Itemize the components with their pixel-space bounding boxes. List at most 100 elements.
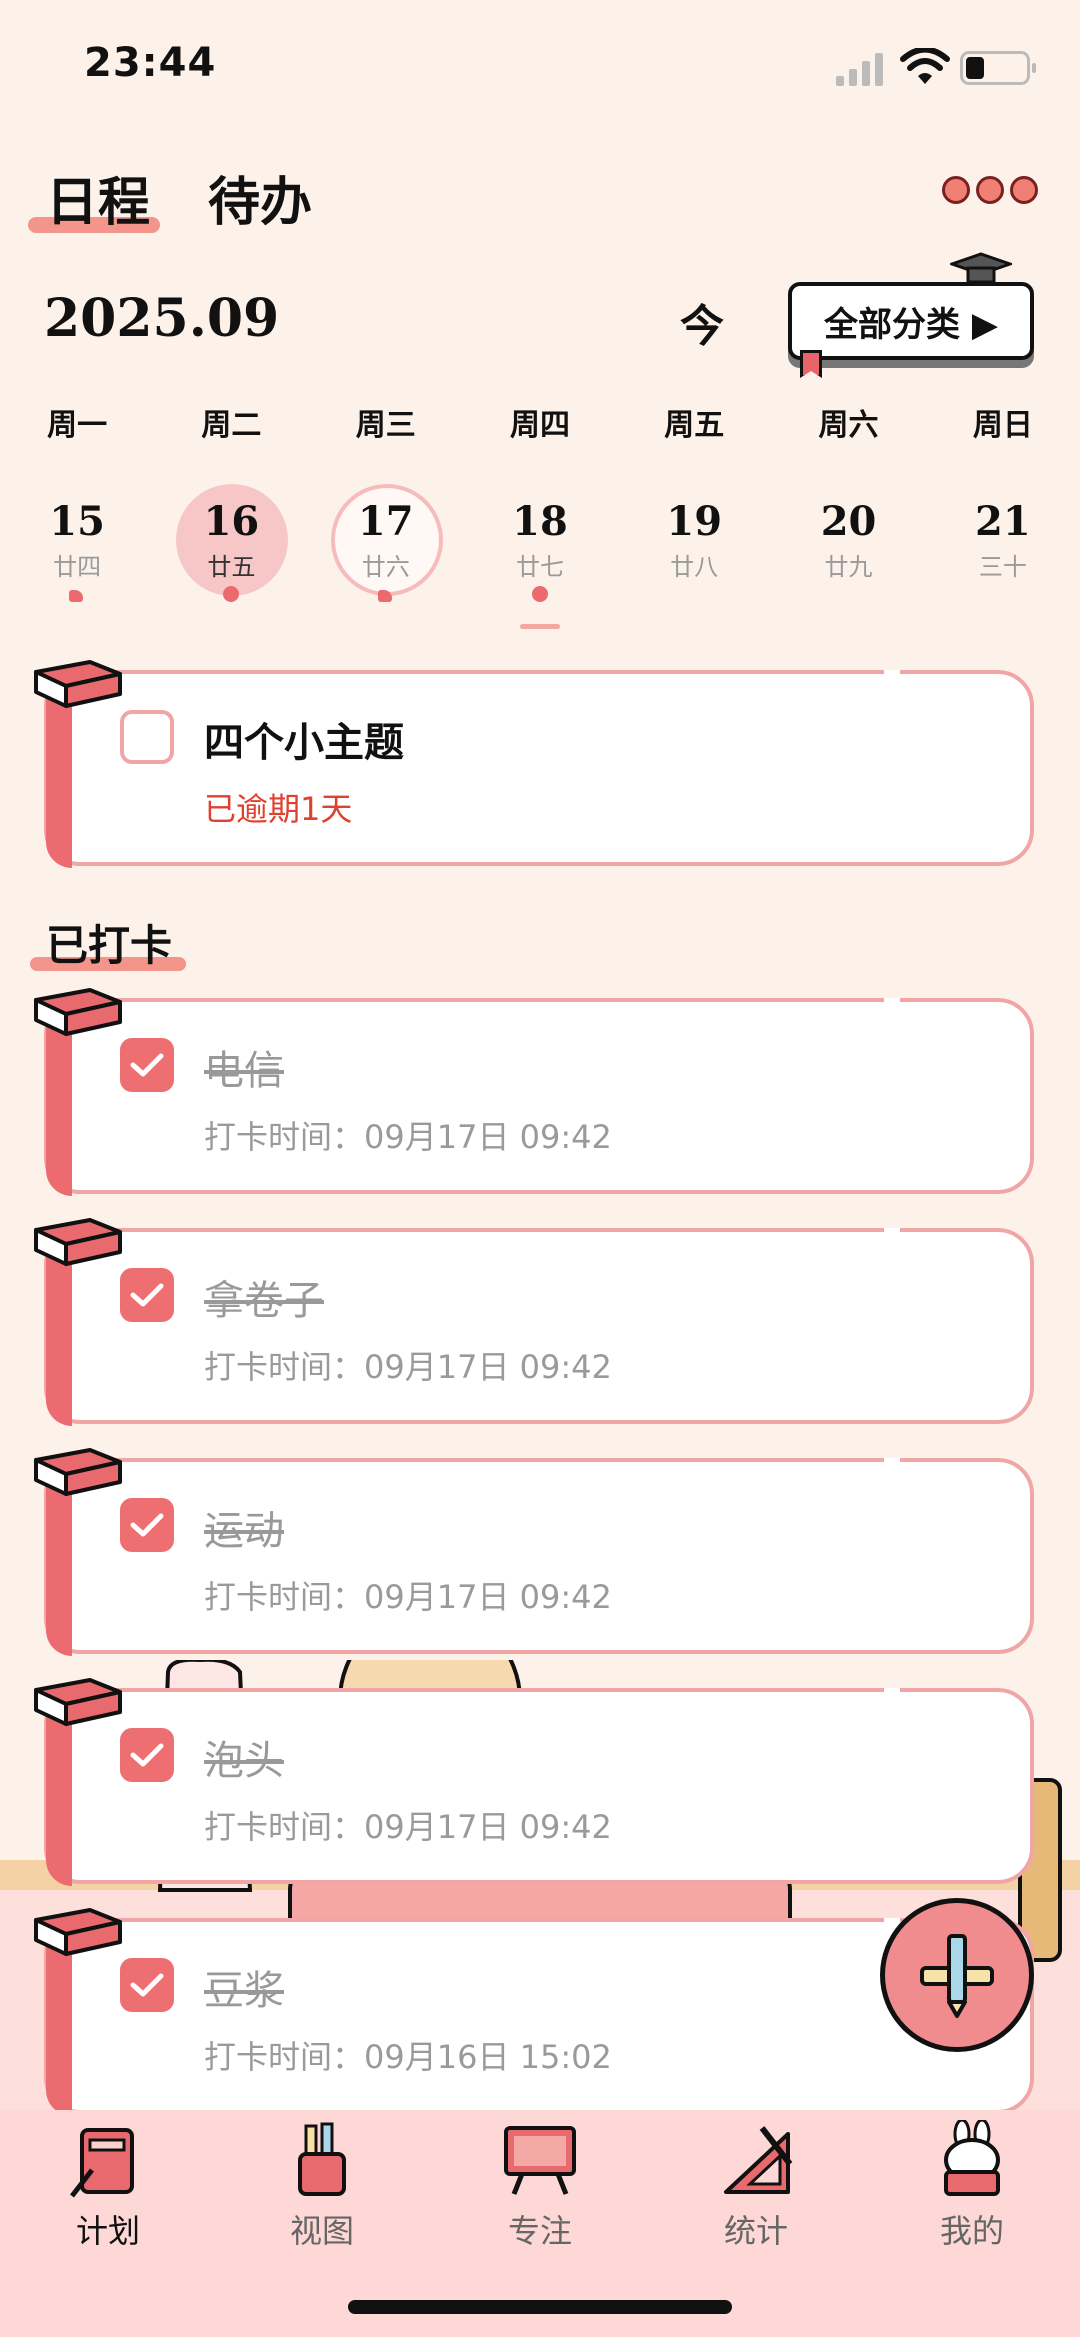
check-icon bbox=[130, 1053, 164, 1077]
task-checkbox[interactable] bbox=[120, 710, 174, 764]
day-number: 16 bbox=[203, 498, 260, 545]
book-icon bbox=[34, 1678, 122, 1726]
day-cell[interactable]: 19 廿八 bbox=[617, 484, 771, 604]
lunar-date: 廿五 bbox=[207, 553, 256, 581]
blackboard-icon bbox=[504, 2126, 576, 2195]
tab-todo[interactable]: 待办 bbox=[208, 160, 312, 235]
book-icon bbox=[34, 660, 122, 708]
add-task-button[interactable] bbox=[880, 1898, 1034, 2052]
checkin-time: 打卡时间：09月17日 09:42 bbox=[204, 1808, 612, 1846]
today-button[interactable]: 今 bbox=[680, 290, 724, 354]
lunar-date: 廿六 bbox=[361, 553, 410, 581]
checked-task-card[interactable]: 拿卷子 打卡时间：09月17日 09:42 bbox=[34, 1218, 1034, 1426]
bunny-icon bbox=[944, 2120, 1000, 2196]
lunar-date: 三十 bbox=[978, 553, 1027, 581]
book-icon bbox=[34, 1448, 122, 1496]
day-cell-selected[interactable]: 16 廿五 bbox=[154, 484, 308, 604]
weekday-label: 周二 bbox=[201, 408, 262, 443]
nav-item-mine[interactable]: 我的 bbox=[902, 2110, 1042, 2252]
nav-label: 计划 bbox=[75, 2212, 140, 2250]
weekday-header: 周一 周二 周三 周四 周五 周六 周日 bbox=[0, 400, 1080, 444]
current-month[interactable]: 2025.09 bbox=[44, 288, 279, 349]
check-icon bbox=[130, 1283, 164, 1307]
weekday-label: 周六 bbox=[818, 408, 879, 443]
day-number: 15 bbox=[49, 498, 105, 545]
day-cell[interactable]: 20 廿九 bbox=[771, 484, 925, 604]
checkin-time: 打卡时间：09月16日 15:02 bbox=[204, 2038, 612, 2076]
lunar-date: 廿八 bbox=[670, 553, 719, 581]
task-title: 电信 bbox=[204, 1048, 284, 1094]
check-icon bbox=[130, 1513, 164, 1537]
week-days: 15 廿四 16 廿五 17 廿六 18 廿七 19 廿八 20 廿九 21 三… bbox=[0, 484, 1080, 604]
checked-task-card[interactable]: 电信 打卡时间：09月17日 09:42 bbox=[34, 988, 1034, 1196]
book-icon bbox=[34, 1908, 122, 1956]
day-number: 19 bbox=[666, 498, 723, 545]
checkin-time: 打卡时间：09月17日 09:42 bbox=[204, 1578, 612, 1616]
battery-icon bbox=[960, 51, 1036, 85]
book-icon bbox=[34, 988, 122, 1036]
nav-label: 统计 bbox=[723, 2212, 788, 2250]
task-checkbox-checked[interactable] bbox=[120, 1038, 174, 1092]
event-dot bbox=[531, 586, 548, 602]
lunar-date: 廿九 bbox=[824, 553, 873, 581]
task-checkbox-checked[interactable] bbox=[120, 1498, 174, 1552]
weekday-label: 周五 bbox=[664, 408, 725, 443]
day-cell[interactable]: 18 廿七 bbox=[463, 484, 617, 604]
nav-item-focus[interactable]: 专注 bbox=[470, 2110, 610, 2252]
status-time: 23:44 bbox=[84, 40, 217, 86]
nav-item-stats[interactable]: 统计 bbox=[686, 2110, 826, 2252]
task-title: 泡头 bbox=[204, 1738, 284, 1784]
day-number: 20 bbox=[820, 498, 877, 545]
task-checkbox-checked[interactable] bbox=[120, 1728, 174, 1782]
tab-schedule[interactable]: 日程 bbox=[27, 160, 161, 235]
section-title: 已打卡 bbox=[29, 912, 187, 973]
thumb-marker-icon bbox=[377, 590, 392, 602]
lunar-date: 廿七 bbox=[515, 553, 564, 581]
weekday-label: 周四 bbox=[509, 408, 570, 443]
week-indicator bbox=[520, 624, 560, 629]
lunar-date: 廿四 bbox=[53, 553, 102, 581]
pencil-plus-icon bbox=[920, 1934, 994, 2018]
book-icon bbox=[34, 1218, 122, 1266]
nav-item-view[interactable]: 视图 bbox=[252, 2110, 392, 2252]
task-checkbox-checked[interactable] bbox=[120, 1268, 174, 1322]
check-icon bbox=[130, 1743, 164, 1767]
nav-label: 专注 bbox=[507, 2212, 572, 2250]
task-checkbox-checked[interactable] bbox=[120, 1958, 174, 2012]
status-bar: 23:44 bbox=[0, 0, 1080, 130]
day-cell-today[interactable]: 17 廿六 bbox=[309, 484, 463, 604]
checked-task-card[interactable]: 泡头 打卡时间：09月17日 09:42 bbox=[34, 1678, 1034, 1886]
overdue-status: 已逾期1天 bbox=[204, 790, 353, 828]
task-title: 四个小主题 bbox=[204, 720, 404, 766]
nav-label: 视图 bbox=[289, 2212, 354, 2250]
signal-icon bbox=[836, 50, 886, 86]
day-cell[interactable]: 15 廿四 bbox=[0, 484, 154, 604]
weekday-label: 周三 bbox=[355, 408, 416, 443]
checkin-time: 打卡时间：09月17日 09:42 bbox=[204, 1118, 612, 1156]
category-filter-button[interactable]: 全部分类 ▶ bbox=[788, 282, 1034, 360]
ruler-icon bbox=[724, 2126, 793, 2194]
day-number: 18 bbox=[512, 498, 568, 545]
task-card[interactable]: 四个小主题 已逾期1天 bbox=[34, 660, 1034, 868]
day-number: 21 bbox=[974, 498, 1031, 545]
checked-task-card[interactable]: 运动 打卡时间：09月17日 09:42 bbox=[34, 1448, 1034, 1656]
nav-item-plan[interactable]: 计划 bbox=[38, 2110, 178, 2252]
pencil-cup-icon bbox=[298, 2122, 346, 2196]
more-menu-icon[interactable] bbox=[942, 176, 1038, 204]
wifi-icon bbox=[900, 48, 950, 84]
task-title: 拿卷子 bbox=[204, 1278, 324, 1324]
home-indicator bbox=[348, 2300, 732, 2314]
nav-label: 我的 bbox=[939, 2212, 1004, 2250]
ribbon-icon bbox=[800, 350, 822, 378]
day-cell[interactable]: 21 三十 bbox=[926, 484, 1080, 604]
weekday-label: 周一 bbox=[47, 408, 108, 443]
check-icon bbox=[130, 1973, 164, 1997]
day-number: 17 bbox=[357, 498, 414, 545]
task-title: 运动 bbox=[204, 1508, 284, 1554]
weekday-label: 周日 bbox=[972, 408, 1033, 443]
book-icon bbox=[70, 2128, 134, 2198]
thumb-marker-icon bbox=[69, 590, 83, 602]
header-tabs: 日程 待办 bbox=[27, 160, 312, 235]
event-dot bbox=[223, 586, 240, 602]
task-title: 豆浆 bbox=[204, 1968, 284, 2014]
